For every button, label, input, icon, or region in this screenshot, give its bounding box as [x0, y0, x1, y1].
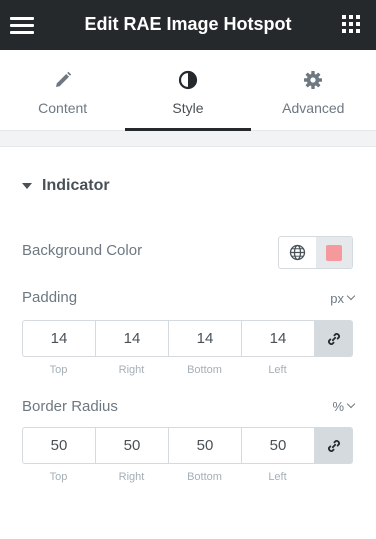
radius-side-labels: Top Right Bottom Left	[22, 471, 314, 483]
indicator-section-toggle[interactable]: Indicator	[22, 177, 110, 195]
color-picker-button[interactable]	[316, 237, 352, 268]
radius-link-button[interactable]	[314, 427, 353, 464]
padding-dimensions: 14 14 14 14	[22, 320, 353, 357]
background-color-control	[278, 236, 353, 269]
radius-left-input[interactable]: 50	[241, 427, 314, 464]
caret-down-icon	[22, 183, 32, 189]
tab-content[interactable]: Content	[0, 50, 125, 130]
radius-bottom-input[interactable]: 50	[168, 427, 241, 464]
padding-unit-select[interactable]: px	[330, 291, 344, 306]
padding-top-input[interactable]: 14	[22, 320, 95, 357]
padding-label: Padding	[22, 289, 78, 306]
panel-title: Edit RAE Image Hotspot	[84, 14, 292, 34]
side-label-left: Left	[268, 471, 287, 483]
link-icon	[327, 439, 340, 452]
radius-top-input[interactable]: 50	[22, 427, 95, 464]
section-title: Indicator	[42, 177, 110, 194]
tab-advanced[interactable]: Advanced	[251, 50, 376, 130]
border-radius-label: Border Radius	[22, 398, 118, 415]
style-panel: Indicator Background Color Padding px 14…	[0, 146, 376, 539]
global-colors-button[interactable]	[279, 237, 316, 268]
panel-tabs: Content Style Advanced	[0, 50, 376, 131]
chevron-down-icon[interactable]	[346, 399, 356, 409]
tab-style[interactable]: Style	[125, 50, 251, 131]
editor-header: Edit RAE Image Hotspot	[0, 0, 376, 50]
padding-right-input[interactable]: 14	[95, 320, 168, 357]
tab-advanced-label: Advanced	[282, 100, 345, 116]
background-color-label: Background Color	[22, 242, 143, 259]
side-label-right: Right	[118, 471, 145, 483]
side-label-bottom: Bottom	[187, 364, 222, 376]
pencil-icon	[55, 71, 71, 87]
link-icon	[327, 332, 340, 345]
color-swatch	[326, 244, 342, 261]
tab-content-label: Content	[38, 100, 88, 116]
border-radius-unit-select[interactable]: %	[332, 399, 344, 414]
apps-grid-icon[interactable]	[342, 15, 360, 33]
side-label-top: Top	[49, 471, 68, 483]
tab-style-label: Style	[172, 100, 204, 116]
padding-left-input[interactable]: 14	[241, 320, 314, 357]
side-label-left: Left	[268, 364, 287, 376]
padding-bottom-input[interactable]: 14	[168, 320, 241, 357]
padding-side-labels: Top Right Bottom Left	[22, 364, 314, 376]
side-label-right: Right	[118, 364, 145, 376]
globe-icon	[289, 244, 306, 261]
radius-right-input[interactable]: 50	[95, 427, 168, 464]
side-label-top: Top	[49, 364, 68, 376]
padding-link-button[interactable]	[314, 320, 353, 357]
chevron-down-icon[interactable]	[346, 291, 356, 301]
side-label-bottom: Bottom	[187, 471, 222, 483]
half-circle-contrast-icon	[178, 70, 198, 90]
gear-icon	[304, 71, 323, 89]
border-radius-dimensions: 50 50 50 50	[22, 427, 353, 464]
